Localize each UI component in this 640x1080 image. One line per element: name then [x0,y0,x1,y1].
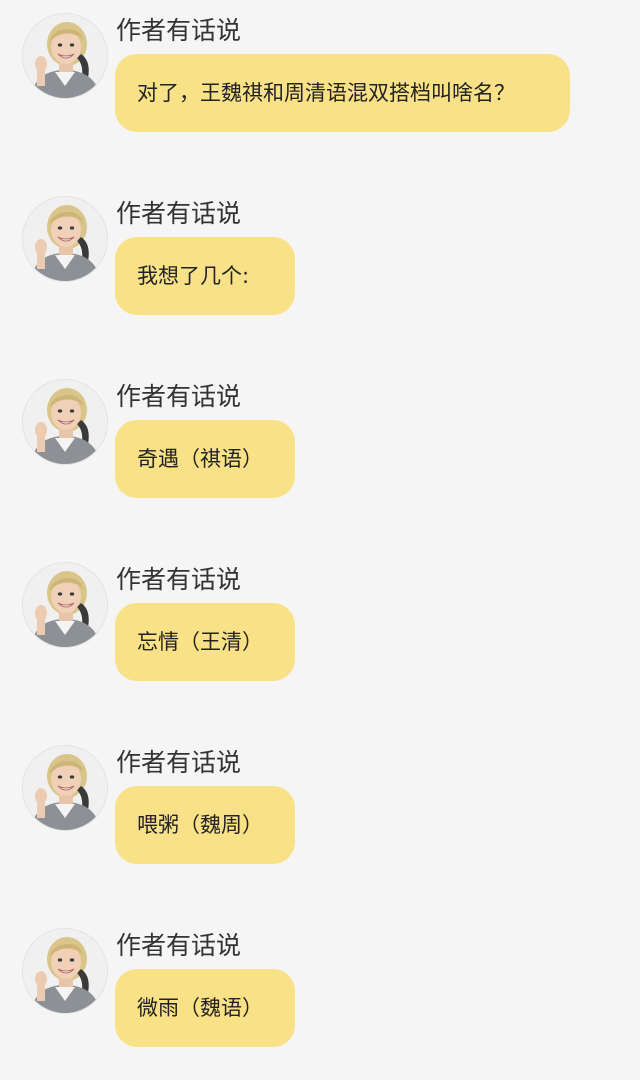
message: 作者有话说 对了，王魏祺和周清语混双搭档叫啥名？ [0,0,640,160]
avatar[interactable] [23,746,107,830]
message: 作者有话说 忘情（王清） [0,549,640,709]
message-bubble[interactable]: 对了，王魏祺和周清语混双搭档叫啥名？ [115,54,570,132]
smiling-woman-avatar-icon [23,563,107,647]
message-bubble[interactable]: 我想了几个: [115,237,295,315]
avatar[interactable] [23,197,107,281]
avatar[interactable] [23,929,107,1013]
message: 作者有话说 喂粥（魏周） [0,732,640,892]
message-bubble[interactable]: 微雨（魏语） [115,969,295,1047]
sender-name: 作者有话说 [116,16,242,45]
avatar[interactable] [23,380,107,464]
smiling-woman-avatar-icon [23,929,107,1013]
message: 作者有话说 我想了几个: [0,183,640,343]
message-bubble[interactable]: 忘情（王清） [115,603,295,681]
sender-name: 作者有话说 [116,565,242,594]
sender-name: 作者有话说 [116,382,242,411]
smiling-woman-avatar-icon [23,14,107,98]
sender-name: 作者有话说 [116,931,242,960]
sender-name: 作者有话说 [116,199,242,228]
smiling-woman-avatar-icon [23,746,107,830]
message: 作者有话说 奇遇（祺语） [0,366,640,526]
sender-name: 作者有话说 [116,748,242,777]
smiling-woman-avatar-icon [23,380,107,464]
avatar[interactable] [23,14,107,98]
message: 作者有话说 微雨（魏语） [0,915,640,1075]
avatar[interactable] [23,563,107,647]
smiling-woman-avatar-icon [23,197,107,281]
chat-thread: 作者有话说 对了，王魏祺和周清语混双搭档叫啥名？ 作者有话说 我想了几个: 作者… [0,0,640,1080]
message-bubble[interactable]: 奇遇（祺语） [115,420,295,498]
message-bubble[interactable]: 喂粥（魏周） [115,786,295,864]
